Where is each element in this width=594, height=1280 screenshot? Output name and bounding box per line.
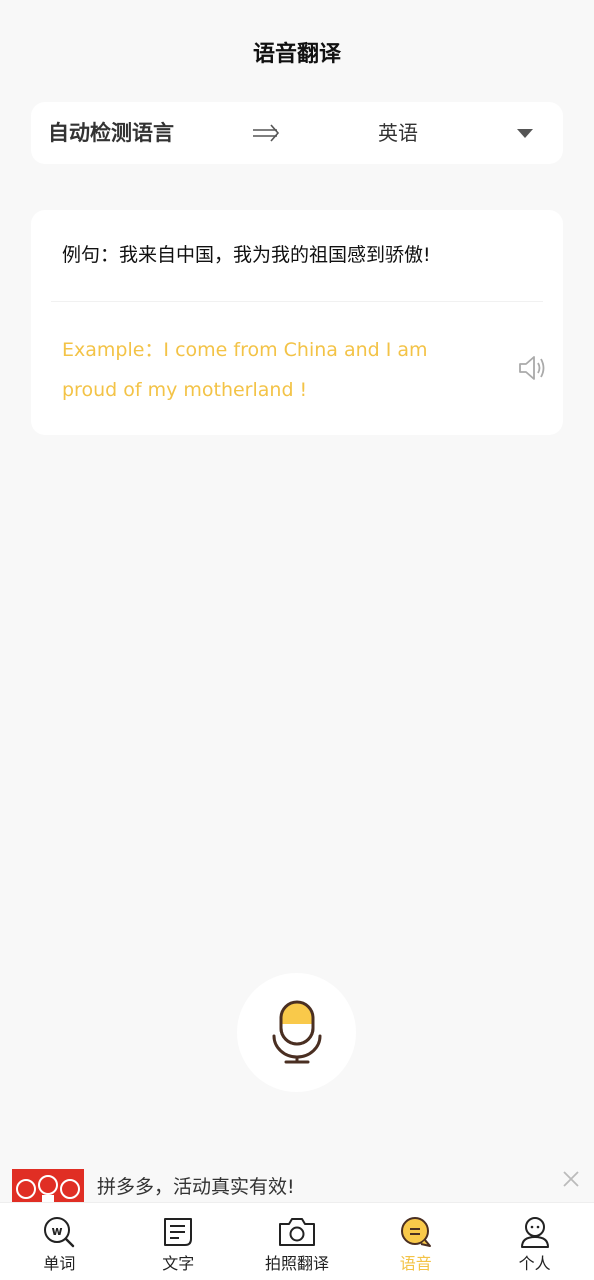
tab-label: 单词 [43,1254,76,1273]
language-selector-bar: 自动检测语言 英语 [31,102,563,164]
tab-label: 文字 [162,1254,195,1273]
double-arrow-right-icon[interactable] [251,121,281,145]
camera-icon [278,1218,315,1246]
svg-text:w: w [52,1224,63,1238]
tab-voice[interactable]: 语音 [356,1203,475,1280]
tab-label: 拍照翻译 [264,1254,329,1273]
example-translation-text: Example：I come from China and I am proud… [62,339,428,401]
pinduoduo-logo [12,1169,84,1205]
word-search-icon: w [44,1217,75,1248]
page-title: 语音翻译 [252,42,341,67]
tab-photo-translate[interactable]: 拍照翻译 [238,1203,357,1280]
ad-banner[interactable]: 拼多多，活动真实有效! [0,1165,594,1205]
ad-text: 拼多多，活动真实有效! [97,1176,295,1198]
speaker-icon[interactable] [517,354,547,382]
caret-down-icon[interactable] [517,129,533,138]
divider [51,301,543,302]
record-voice-button[interactable] [237,973,356,1092]
example-source-text: 例句：我来自中国，我为我的祖国感到骄傲! [62,244,431,266]
tab-label: 语音 [399,1254,432,1273]
person-icon [520,1217,549,1248]
tab-text[interactable]: 文字 [119,1203,238,1280]
source-language[interactable]: 自动检测语言 [48,102,174,164]
target-language[interactable]: 英语 [378,102,418,164]
microphone-icon [272,1000,322,1064]
voice-chat-icon [400,1217,431,1247]
tab-word[interactable]: w 单词 [0,1203,119,1280]
voice-translate-screen: 语音翻译 自动检测语言 英语 例句：我来自中国，我为我的祖国感到骄傲! Exam… [0,0,594,1280]
close-icon[interactable] [561,1169,581,1189]
bottom-tab-bar: w 单词 文字 拍照翻译 语音 个人 [0,1202,594,1280]
example-card: 例句：我来自中国，我为我的祖国感到骄傲! Example：I come from… [31,210,563,435]
tab-label: 个人 [518,1254,551,1273]
tab-profile[interactable]: 个人 [475,1203,594,1280]
text-doc-icon [164,1218,193,1246]
